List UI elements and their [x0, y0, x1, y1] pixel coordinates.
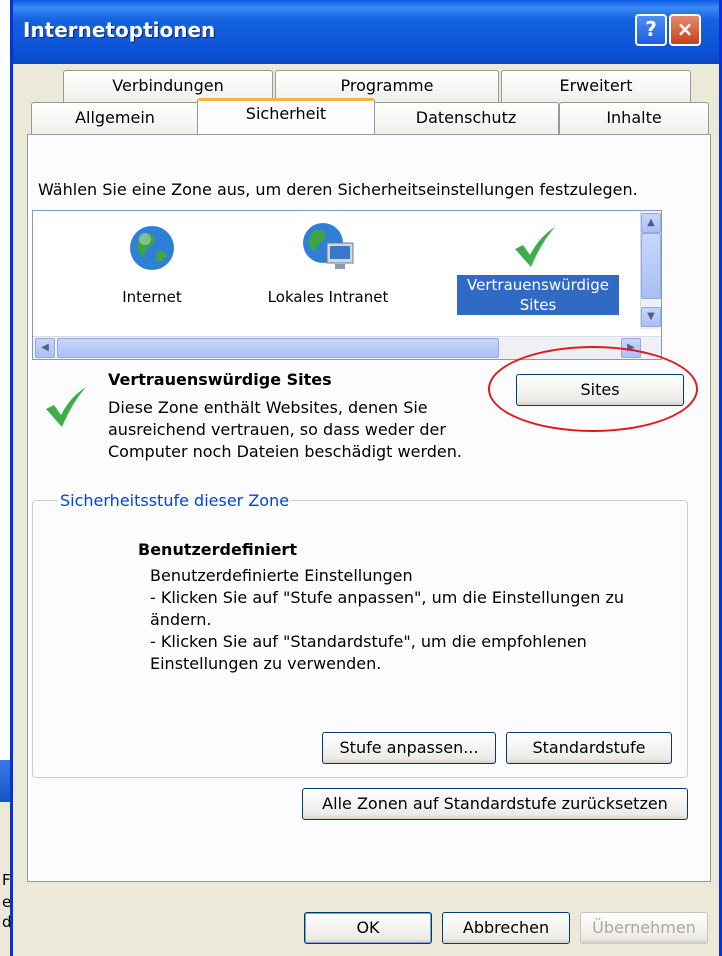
scroll-thumb[interactable] — [57, 338, 499, 358]
zone-local-intranet[interactable]: Lokales Intranet — [253, 211, 403, 329]
reset-all-zones-button[interactable]: Alle Zonen auf Standardstufe zurücksetze… — [302, 788, 688, 820]
security-level-text: ändern. — [150, 610, 212, 629]
zone-label: Internet — [122, 288, 182, 306]
tab-erweitert[interactable]: Erweitert — [501, 70, 691, 102]
ok-button[interactable]: OK — [304, 912, 432, 944]
cancel-button[interactable]: Abbrechen — [442, 912, 570, 944]
security-level-text: Benutzerdefinierte Einstellungen — [150, 566, 413, 585]
security-level-text: - Klicken Sie auf "Standardstufe", um di… — [150, 632, 587, 651]
help-icon: ? — [645, 17, 657, 41]
selected-zone-description: Diese Zone enthält Websites, denen Sie — [108, 398, 428, 417]
selected-zone-description: ausreichend vertrauen, so dass weder der — [108, 420, 446, 439]
tab-datenschutz[interactable]: Datenschutz — [373, 102, 559, 134]
security-level-title: Benutzerdefiniert — [138, 540, 297, 559]
zone-label: Lokales Intranet — [267, 288, 389, 306]
trusted-zone-checkmark-icon — [46, 387, 86, 427]
tab-inhalte[interactable]: Inhalte — [559, 102, 709, 134]
security-level-group-title: Sicherheitsstufe dieser Zone — [58, 491, 292, 510]
help-button[interactable]: ? — [635, 14, 667, 46]
scroll-left-icon[interactable]: ◀ — [35, 338, 55, 358]
window-title: Internetoptionen — [23, 18, 216, 42]
highlight-circle — [488, 346, 698, 432]
scroll-thumb[interactable] — [641, 233, 661, 299]
default-level-button[interactable]: Standardstufe — [506, 732, 672, 764]
close-button[interactable]: × — [669, 14, 701, 46]
scroll-up-icon[interactable]: ▲ — [641, 213, 661, 233]
tab-allgemein[interactable]: Allgemein — [31, 102, 199, 134]
zone-instruction: Wählen Sie eine Zone aus, um deren Siche… — [38, 180, 638, 199]
custom-level-button[interactable]: Stufe anpassen... — [322, 732, 496, 764]
checkmark-icon — [515, 227, 555, 267]
apply-button[interactable]: Übernehmen — [580, 912, 708, 944]
zone-list[interactable]: Internet Lokales Intranet Vertrauenswürd… — [32, 210, 662, 360]
selected-zone-title: Vertrauenswürdige Sites — [108, 370, 332, 389]
selected-zone-description: Computer noch Dateien beschädigt werden. — [108, 442, 462, 461]
security-level-text: Einstellungen zu verwenden. — [150, 654, 382, 673]
title-bar[interactable]: Internetoptionen ? × — [13, 0, 719, 64]
security-level-text: - Klicken Sie auf "Stufe anpassen", um d… — [150, 588, 625, 607]
zone-vertical-scrollbar[interactable]: ▲ ▼ — [640, 211, 661, 329]
zone-internet[interactable]: Internet — [77, 211, 227, 329]
intranet-globe-icon — [303, 223, 354, 269]
close-icon: × — [676, 17, 694, 41]
scroll-down-icon[interactable]: ▼ — [641, 307, 661, 327]
tab-sicherheit[interactable]: Sicherheit — [197, 98, 375, 134]
globe-icon — [130, 226, 174, 270]
